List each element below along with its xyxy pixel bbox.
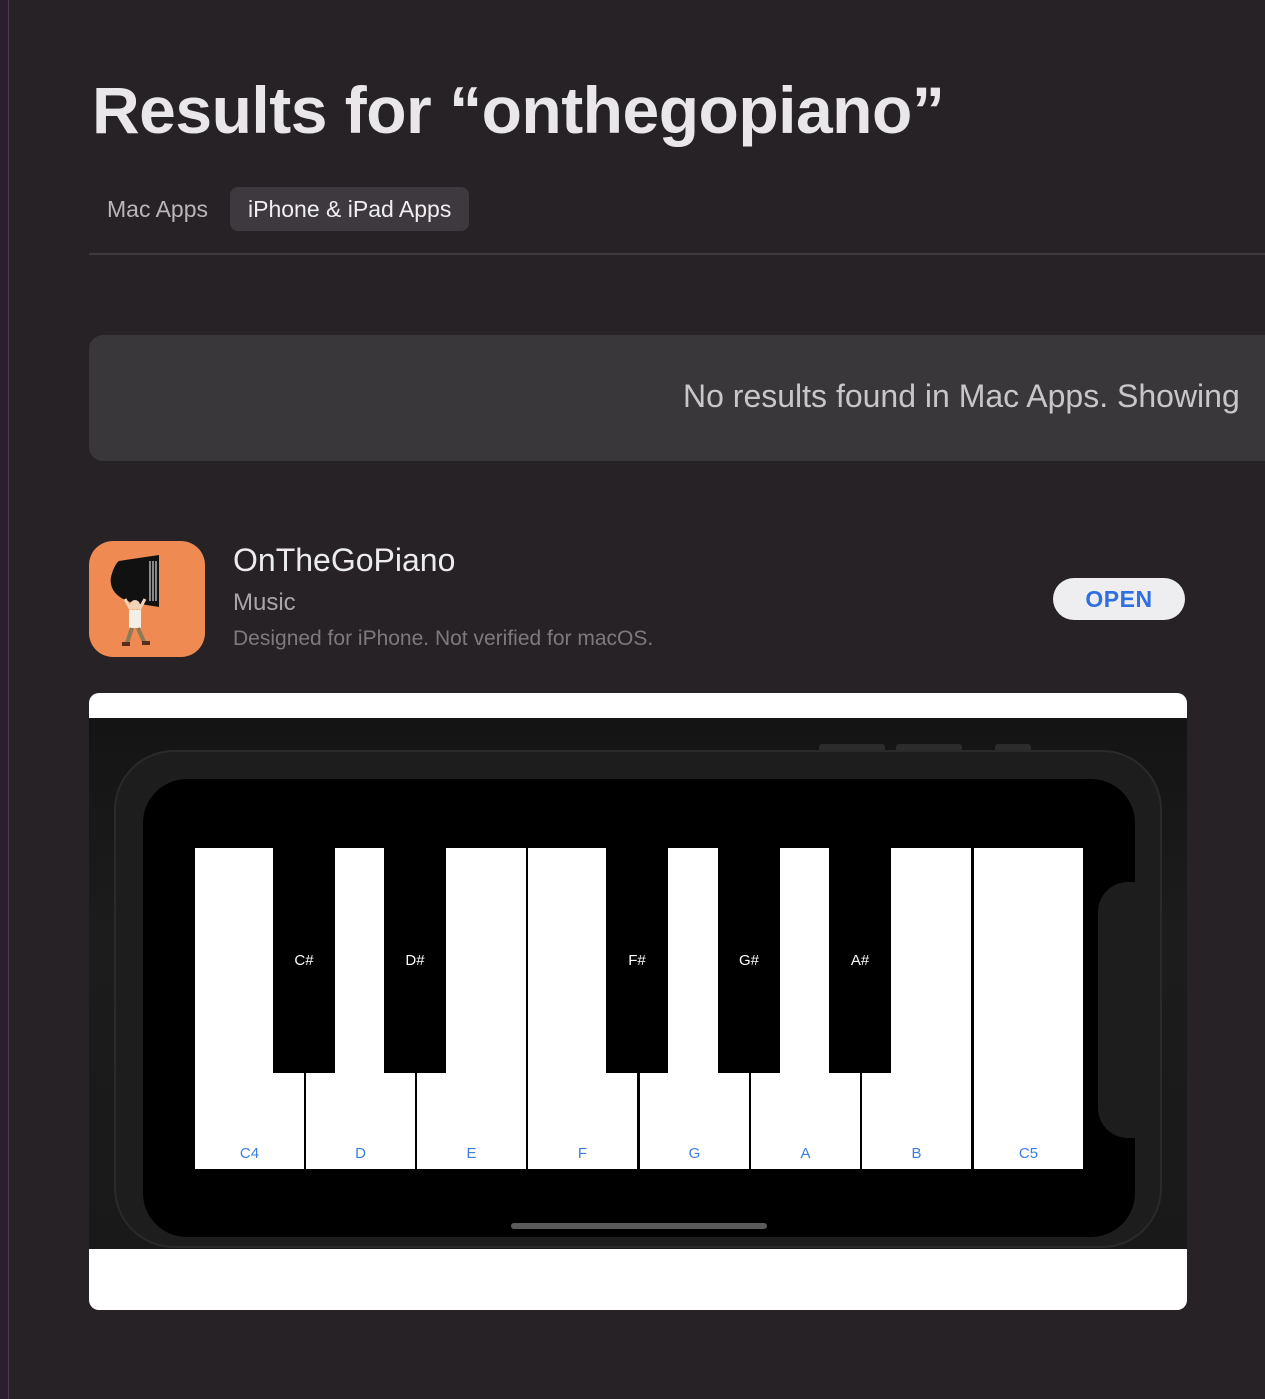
- app-screenshot[interactable]: C4 D E F G A B C5 C# D# F# G# A#: [89, 693, 1187, 1310]
- tab-iphone-ipad-apps[interactable]: iPhone & iPad Apps: [230, 187, 470, 231]
- no-results-banner: No results found in Mac Apps. Showing: [89, 335, 1265, 461]
- compatibility-note: Designed for iPhone. Not verified for ma…: [233, 627, 654, 650]
- tab-mac-apps[interactable]: Mac Apps: [89, 187, 226, 231]
- piano-keyboard: C4 D E F G A B C5 C# D# F# G# A#: [195, 848, 1083, 1169]
- black-key: C#: [273, 848, 335, 1073]
- window-left-edge: [0, 0, 9, 1399]
- white-key: C5: [974, 848, 1083, 1169]
- page-title: Results for “onthegopiano”: [92, 73, 945, 147]
- piano-mover-icon[interactable]: [89, 541, 205, 657]
- black-key: A#: [829, 848, 891, 1073]
- black-key: G#: [718, 848, 780, 1073]
- tabs-divider: [89, 253, 1265, 255]
- home-indicator: [511, 1223, 767, 1229]
- no-results-message: No results found in Mac Apps. Showing: [683, 378, 1240, 414]
- black-key: F#: [606, 848, 668, 1073]
- platform-tabs: Mac Apps iPhone & iPad Apps: [89, 187, 470, 231]
- app-category[interactable]: Music: [233, 589, 296, 617]
- open-button[interactable]: OPEN: [1053, 578, 1185, 620]
- app-name[interactable]: OnTheGoPiano: [233, 542, 455, 579]
- black-key: D#: [384, 848, 446, 1073]
- phone-notch: [1098, 882, 1138, 1138]
